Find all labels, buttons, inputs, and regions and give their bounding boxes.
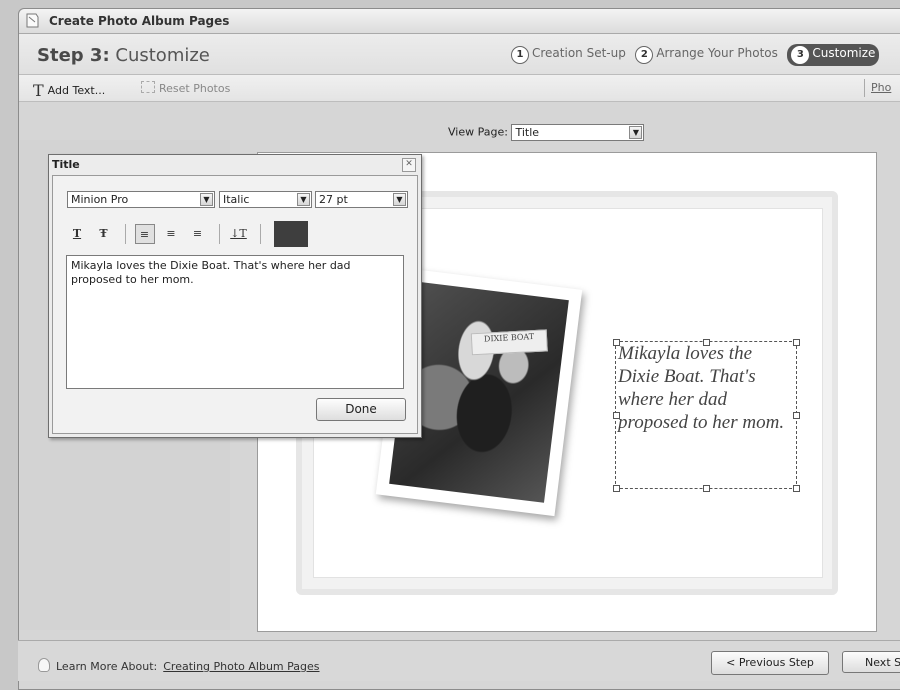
step-progress: 1 Creation Set-up 2 Arrange Your Photos 3C…: [511, 44, 885, 66]
step-arrange-photos[interactable]: 2 Arrange Your Photos: [635, 46, 778, 64]
font-size-select[interactable]: 27 pt ▼: [315, 191, 408, 208]
format-toolbar: T Ŧ ≡ ≡ ≡ ↓T: [67, 221, 308, 247]
next-step-button[interactable]: Next S: [842, 651, 900, 673]
resize-handle[interactable]: [793, 485, 800, 492]
view-page-value: Title: [515, 126, 540, 139]
underline-icon[interactable]: T: [67, 224, 87, 244]
resize-handle[interactable]: [703, 339, 710, 346]
previous-step-button[interactable]: < Previous Step: [711, 651, 829, 675]
toolbar-divider: [219, 224, 220, 244]
caption-text-box[interactable]: Mikayla loves the Dixie Boat. That's whe…: [613, 339, 800, 492]
caption-text: Mikayla loves the Dixie Boat. That's whe…: [618, 342, 796, 434]
resize-handle[interactable]: [613, 485, 620, 492]
font-size-value: 27 pt: [319, 193, 348, 206]
resize-handle[interactable]: [613, 412, 620, 419]
baseline-shift-icon[interactable]: ↓T: [229, 224, 249, 244]
caption-textarea[interactable]: Mikayla loves the Dixie Boat. That's whe…: [66, 255, 404, 389]
align-right-icon[interactable]: ≡: [188, 224, 208, 244]
step-1-badge: 1: [511, 46, 529, 64]
reset-photos-button[interactable]: Reset Photos: [141, 81, 230, 95]
toolbar: T Add Text... Reset Photos Pho: [19, 75, 900, 102]
font-family-select[interactable]: Minion Pro ▼: [67, 191, 215, 208]
title-bar: Create Photo Album Pages: [19, 9, 900, 34]
align-left-icon[interactable]: ≡: [134, 224, 155, 244]
photo-hat-text: DIXIE BOAT: [470, 329, 548, 356]
step-2-label: Arrange Your Photos: [656, 46, 778, 60]
step-3-badge: 3: [791, 46, 810, 64]
footer-bar: Learn More About: Creating Photo Album Pa…: [18, 640, 900, 681]
photos-link[interactable]: Pho: [864, 79, 891, 97]
resize-handle[interactable]: [793, 412, 800, 419]
close-icon[interactable]: ✕: [402, 158, 416, 172]
dialog-title: Title: [52, 158, 80, 171]
caption-line: where her dad: [618, 389, 728, 410]
view-page-control: View Page: Title ▼: [448, 124, 645, 141]
font-style-value: Italic: [223, 193, 250, 206]
dialog-body: Minion Pro ▼ Italic ▼ 27 pt ▼ T Ŧ ≡ ≡ ≡ …: [52, 175, 418, 434]
step-2-badge: 2: [635, 46, 654, 64]
step-customize[interactable]: 3 Customize: [787, 44, 880, 66]
lightbulb-icon: [38, 658, 50, 672]
step-name: Customize: [115, 45, 210, 66]
window-title: Create Photo Album Pages: [49, 14, 230, 28]
view-page-label: View Page:: [448, 125, 508, 139]
view-page-select[interactable]: Title ▼: [511, 124, 645, 141]
caption-line: Dixie Boat. That's: [618, 366, 756, 387]
add-text-label: Add Text...: [47, 84, 106, 97]
resize-handle[interactable]: [703, 485, 710, 492]
text-color-swatch[interactable]: [273, 221, 308, 247]
step-3-label: Customize: [812, 46, 876, 60]
step-creation-setup[interactable]: 1 Creation Set-up: [511, 46, 626, 64]
text-properties-dialog: Title ✕ Minion Pro ▼ Italic ▼ 27 pt ▼ T …: [48, 154, 422, 438]
step-header: Step 3: Customize 1 Creation Set-up 2 Arra…: [19, 34, 900, 75]
resize-handle[interactable]: [793, 339, 800, 346]
chevron-down-icon: ▼: [629, 126, 643, 139]
reset-photos-label: Reset Photos: [159, 82, 231, 95]
step-title: Step 3: Customize: [37, 45, 210, 66]
add-text-button[interactable]: T Add Text...: [33, 81, 105, 100]
resize-handle[interactable]: [613, 339, 620, 346]
done-button[interactable]: Done: [316, 398, 406, 421]
learn-more-label: Learn More About:: [56, 660, 158, 673]
reset-photos-icon: [141, 81, 155, 93]
toolbar-divider: [125, 224, 126, 244]
learn-more-link[interactable]: Creating Photo Album Pages: [163, 660, 319, 673]
text-icon: T: [33, 81, 44, 100]
chevron-down-icon: ▼: [200, 193, 213, 206]
step-number-label: Step 3:: [37, 45, 110, 66]
chevron-down-icon: ▼: [297, 193, 310, 206]
font-family-value: Minion Pro: [71, 193, 129, 206]
chevron-down-icon: ▼: [393, 193, 406, 206]
align-center-icon[interactable]: ≡: [161, 224, 181, 244]
step-1-label: Creation Set-up: [532, 46, 626, 60]
caption-line: proposed to her mom.: [618, 412, 785, 433]
toolbar-divider: [260, 224, 261, 244]
strikethrough-icon[interactable]: Ŧ: [94, 224, 114, 244]
font-style-select[interactable]: Italic ▼: [219, 191, 312, 208]
learn-more: Learn More About: Creating Photo Album Pa…: [38, 658, 320, 673]
album-app-icon: [26, 13, 39, 28]
